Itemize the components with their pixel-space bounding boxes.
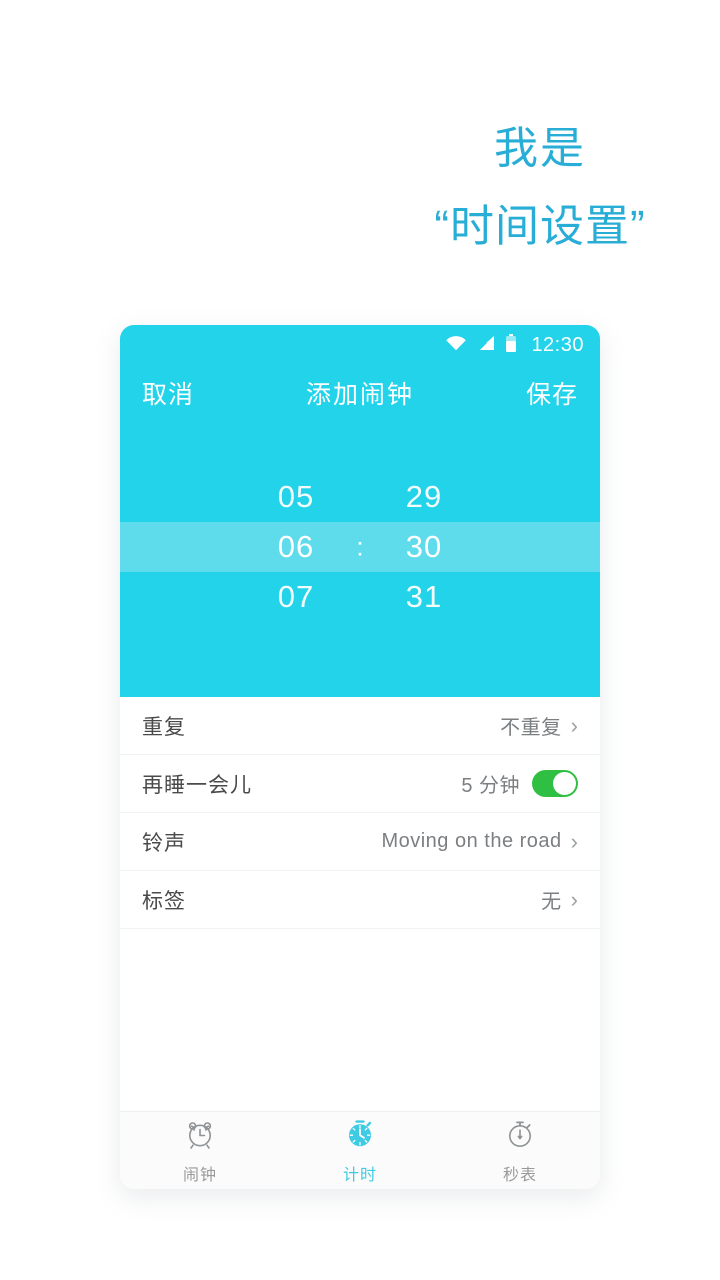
tab-stopwatch[interactable]: 秒表	[440, 1112, 600, 1189]
settings-row-value: 5 分钟	[461, 775, 520, 797]
chevron-right-icon: ›	[570, 828, 578, 854]
ribbon-line-2	[0, 0, 626, 110]
tab-label: 秒表	[502, 1166, 537, 1184]
tab-label: 计时	[342, 1166, 377, 1184]
ribbon-line-1	[0, 0, 617, 97]
settings-row-value: Moving on the road	[381, 830, 562, 852]
minute-current[interactable]: 30	[378, 529, 470, 565]
time-separator-colon: :	[356, 531, 364, 562]
promo-page: 我是 “时间设置” 12:30 取消 添加闹钟 保存 05 06 07: 29…	[0, 0, 720, 1280]
alarm-clock-icon	[183, 1117, 217, 1156]
settings-row-ringtone[interactable]: 铃声 Moving on the road ›	[120, 813, 600, 871]
settings-list: 重复 不重复 › 再睡一会儿 5 分钟 铃声 Moving on the roa…	[120, 697, 600, 929]
time-picker-columns: 05 06 07 : 29 30 31	[120, 421, 600, 673]
cancel-button[interactable]: 取消	[142, 375, 194, 411]
settings-row-label: 再睡一会儿	[142, 773, 252, 797]
toggle-knob	[553, 772, 576, 795]
settings-row-label: 重复	[142, 715, 186, 739]
signal-icon	[477, 335, 495, 356]
save-button[interactable]: 保存	[526, 375, 578, 411]
timer-icon	[343, 1117, 377, 1156]
chevron-right-icon: ›	[570, 886, 578, 912]
hour-prev[interactable]: 05	[250, 479, 342, 515]
settings-row-label-tag[interactable]: 标签 无 ›	[120, 871, 600, 929]
tab-timer[interactable]: 计时	[280, 1112, 440, 1189]
settings-row-label: 铃声	[142, 831, 186, 855]
wifi-icon	[445, 335, 467, 356]
time-picker[interactable]: 05 06 07 : 29 30 31	[120, 421, 600, 697]
settings-row-snooze[interactable]: 再睡一会儿 5 分钟	[120, 755, 600, 813]
bottom-tab-bar: 闹钟 计时 秒表	[120, 1111, 600, 1189]
settings-row-label: 标签	[142, 889, 186, 913]
minute-prev[interactable]: 29	[378, 479, 470, 515]
app-bar: 取消 添加闹钟 保存	[120, 365, 600, 421]
settings-row-value: 无	[541, 891, 562, 913]
hour-current[interactable]: 06	[250, 529, 342, 565]
settings-row-value: 不重复	[500, 717, 562, 739]
headline-line-2: “时间设置”	[434, 202, 646, 251]
status-bar-clock: 12:30	[531, 333, 584, 356]
headline: 我是 “时间设置”	[380, 118, 700, 258]
stopwatch-icon	[503, 1117, 537, 1156]
snooze-toggle[interactable]	[532, 770, 578, 797]
chevron-right-icon: ›	[570, 712, 578, 738]
settings-row-repeat[interactable]: 重复 不重复 ›	[120, 697, 600, 755]
headline-line-1: 我是	[494, 124, 586, 173]
status-bar: 12:30	[120, 325, 600, 365]
battery-icon	[505, 333, 517, 357]
content-filler	[120, 929, 600, 1111]
tab-label: 闹钟	[182, 1166, 217, 1184]
phone-mockup: 12:30 取消 添加闹钟 保存 05 06 07 : 29 30 31 重复 …	[120, 325, 600, 1189]
page-title: 添加闹钟	[305, 381, 414, 409]
hour-next[interactable]: 07	[250, 579, 342, 615]
ribbon-line-3	[0, 0, 637, 127]
tab-alarm[interactable]: 闹钟	[120, 1112, 280, 1189]
minute-next[interactable]: 31	[378, 579, 470, 615]
